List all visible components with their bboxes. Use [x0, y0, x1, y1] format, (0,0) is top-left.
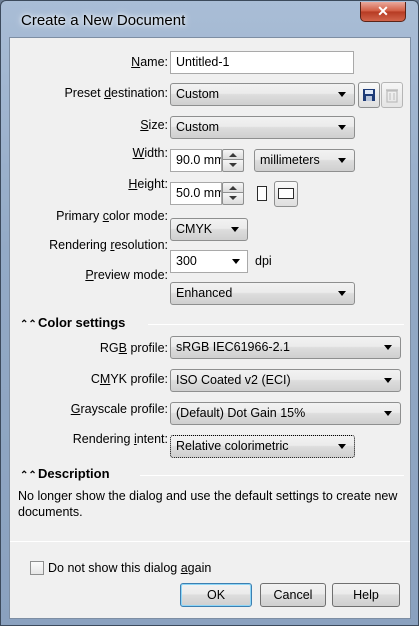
rgb-profile-label: RGB profile:	[99, 341, 168, 355]
preview-mode-dropdown[interactable]: Enhanced	[170, 282, 355, 305]
dpi-unit-label: dpi	[255, 254, 272, 268]
height-input[interactable]: 50.0 mm	[170, 182, 222, 205]
do-not-show-label[interactable]: Do not show this dialog again	[48, 561, 211, 575]
primary-color-mode-dropdown[interactable]: CMYK	[170, 218, 248, 241]
grayscale-profile-dropdown[interactable]: (Default) Dot Gain 15%	[170, 402, 401, 425]
increment-icon[interactable]	[222, 182, 244, 193]
chevron-down-icon	[384, 378, 392, 383]
preview-mode-label: Preview mode:	[85, 268, 168, 282]
width-input[interactable]: 90.0 mm	[170, 149, 222, 172]
landscape-orientation-icon	[278, 188, 294, 199]
close-icon: ✕	[377, 3, 389, 19]
decrement-icon[interactable]	[222, 193, 244, 205]
dialog-window: Create a New Document ✕ Name: Untitled-1…	[0, 0, 419, 626]
grayscale-profile-value: (Default) Dot Gain 15%	[176, 406, 306, 420]
size-label: Size:	[140, 118, 168, 132]
do-not-show-checkbox[interactable]	[30, 561, 44, 575]
chevron-down-icon	[338, 158, 346, 163]
rendering-resolution-combo[interactable]: 300	[170, 250, 248, 273]
decrement-icon[interactable]	[222, 160, 244, 172]
primary-color-mode-label: Primary color mode:	[56, 209, 168, 223]
height-stepper[interactable]	[222, 182, 244, 205]
cmyk-profile-label: CMYK profile:	[90, 372, 168, 386]
color-settings-title: Color settings	[38, 315, 126, 330]
portrait-orientation-icon[interactable]	[257, 186, 267, 201]
cmyk-profile-dropdown[interactable]: ISO Coated v2 (ECI)	[170, 369, 401, 392]
footer-divider	[10, 541, 410, 542]
width-stepper[interactable]	[222, 149, 244, 172]
description-title: Description	[38, 466, 110, 481]
description-header[interactable]: ⌃⌃Description	[20, 466, 110, 481]
chevron-down-icon	[231, 227, 239, 232]
cmyk-profile-value: ISO Coated v2 (ECI)	[176, 373, 291, 387]
preset-destination-dropdown[interactable]: Custom	[170, 83, 355, 106]
delete-preset-button[interactable]	[381, 82, 403, 108]
preset-destination-label: Preset destination:	[64, 86, 168, 100]
grayscale-profile-label: Grayscale profile:	[70, 402, 168, 416]
preset-destination-value: Custom	[176, 87, 220, 101]
rendering-resolution-value: 300	[176, 254, 197, 268]
rendering-intent-dropdown[interactable]: Relative colorimetric	[170, 435, 355, 458]
name-input[interactable]: Untitled-1	[170, 51, 354, 74]
rendering-resolution-label: Rendering resolution:	[49, 238, 168, 252]
rgb-profile-dropdown[interactable]: sRGB IEC61966-2.1	[170, 336, 401, 359]
chevron-down-icon	[338, 92, 346, 97]
units-dropdown[interactable]: millimeters	[254, 149, 355, 172]
chevron-down-icon	[384, 345, 392, 350]
dialog-title: Create a New Document	[21, 12, 186, 29]
primary-color-mode-value: CMYK	[176, 222, 213, 236]
size-dropdown[interactable]: Custom	[170, 116, 355, 139]
dialog-body: Name: Untitled-1 Preset destination: Cus…	[9, 37, 411, 619]
help-button[interactable]: Help	[332, 583, 400, 607]
chevron-down-icon	[232, 259, 240, 264]
trash-icon	[386, 89, 398, 103]
description-text: No longer show the dialog and use the de…	[18, 489, 398, 519]
chevron-down-icon	[338, 125, 346, 130]
increment-icon[interactable]	[222, 149, 244, 160]
size-value: Custom	[176, 120, 220, 134]
name-label: Name:	[131, 55, 168, 69]
preview-mode-value: Enhanced	[176, 286, 233, 300]
title-bar[interactable]: Create a New Document ✕	[1, 1, 418, 35]
divider	[140, 475, 404, 476]
width-label: Width:	[132, 146, 168, 160]
close-button[interactable]: ✕	[360, 2, 406, 22]
chevron-down-icon	[338, 444, 346, 449]
color-settings-header[interactable]: ⌃⌃Color settings	[20, 315, 125, 330]
ok-button[interactable]: OK	[180, 583, 252, 607]
landscape-orientation-button[interactable]	[274, 181, 298, 207]
rgb-profile-value: sRGB IEC61966-2.1	[176, 340, 290, 354]
height-label: Height:	[128, 177, 168, 191]
cancel-button[interactable]: Cancel	[260, 583, 326, 607]
units-value: millimeters	[260, 153, 320, 167]
save-preset-button[interactable]	[358, 82, 380, 108]
chevron-down-icon	[338, 291, 346, 296]
save-icon	[363, 89, 375, 101]
collapse-chevron-icon: ⌃⌃	[20, 470, 37, 481]
rendering-intent-label: Rendering intent:	[72, 432, 168, 446]
collapse-chevron-icon: ⌃⌃	[20, 319, 37, 330]
rendering-intent-value: Relative colorimetric	[176, 439, 289, 453]
divider	[148, 324, 404, 325]
chevron-down-icon	[384, 411, 392, 416]
